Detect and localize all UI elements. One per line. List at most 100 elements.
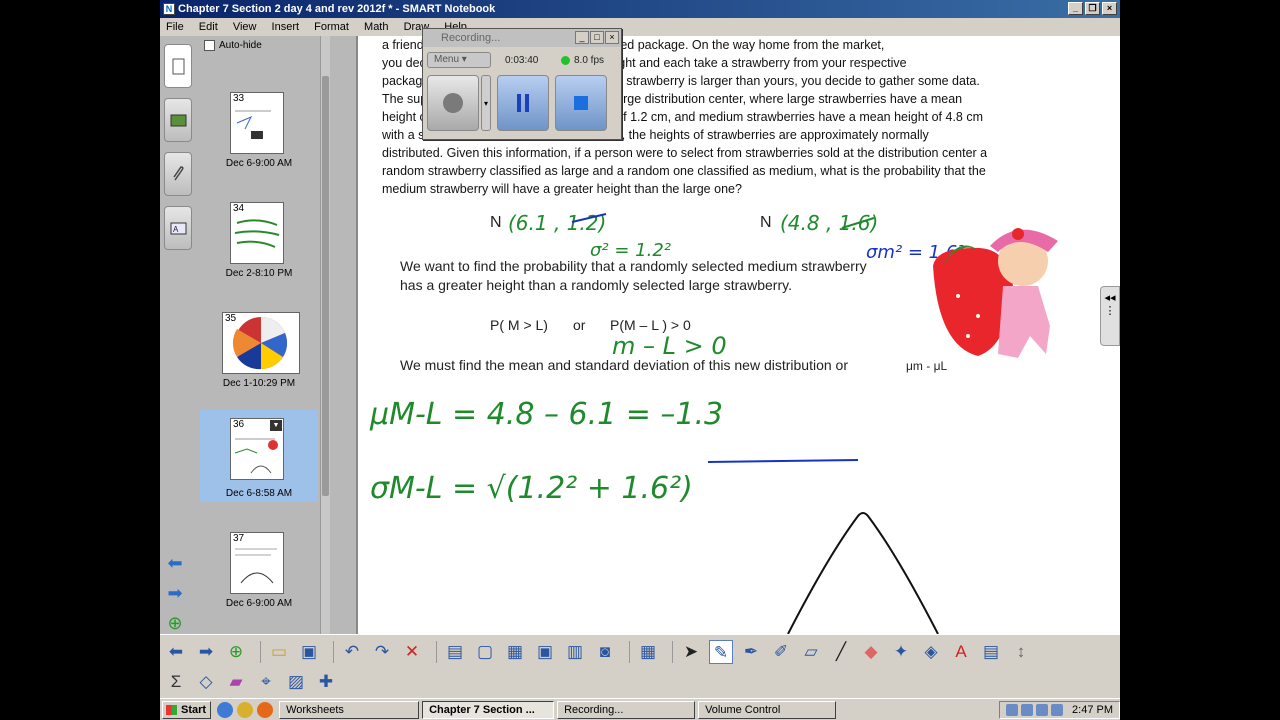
autohide-box[interactable]: [204, 40, 215, 51]
gallery-icon: [170, 114, 187, 127]
thumbnail-caption: Dec 1-10:29 PM: [222, 378, 296, 389]
menu-file[interactable]: File: [160, 18, 190, 36]
ink-difference: m – L > 0: [612, 332, 727, 360]
page-thumbnail-37[interactable]: 37 Dec 6-9:00 AM: [200, 530, 318, 622]
pause-button[interactable]: [497, 75, 549, 131]
next-page-icon[interactable]: ➡: [164, 582, 186, 604]
save-icon[interactable]: ▣: [297, 640, 321, 664]
chart-icon[interactable]: ▨: [284, 670, 308, 694]
record-button[interactable]: [427, 75, 479, 131]
back-icon[interactable]: ⬅: [164, 640, 188, 664]
measurement-icon[interactable]: ⌖: [254, 670, 278, 694]
sorter-scrollbar[interactable]: [320, 36, 330, 634]
screen-shade-icon[interactable]: ▤: [443, 640, 467, 664]
task-volume-control[interactable]: Volume Control: [698, 700, 837, 719]
tray-icon[interactable]: [1036, 703, 1049, 716]
browser-icon[interactable]: [217, 701, 234, 718]
recorder-minimize-button[interactable]: _: [575, 31, 589, 44]
page-sorter-tab[interactable]: [164, 44, 192, 88]
menu-math[interactable]: Math: [358, 18, 394, 36]
gallery-tab[interactable]: [164, 98, 192, 142]
thumbnail-number: 37: [233, 533, 245, 544]
recording-status-icon: [561, 55, 570, 65]
menu-format[interactable]: Format: [308, 18, 355, 36]
properties-icon[interactable]: ▤: [979, 640, 1003, 664]
panel-toggle-handle[interactable]: ◂◂ ⋮: [1100, 286, 1120, 346]
properties-tab[interactable]: A: [164, 206, 192, 250]
page-thumbnail-33[interactable]: 33 Dec 6-9:00 AM: [200, 90, 318, 182]
highlighter-icon[interactable]: ✐: [769, 640, 793, 664]
task-worksheets[interactable]: Worksheets: [279, 700, 420, 719]
display-icon[interactable]: ▣: [533, 640, 557, 664]
thumbnail-caption: Dec 2-8:10 PM: [225, 268, 293, 279]
autohide-checkbox[interactable]: Auto-hide: [204, 40, 262, 51]
tray-icon[interactable]: [1006, 703, 1019, 716]
screen-capture-icon[interactable]: ◙: [593, 640, 617, 664]
line-icon[interactable]: ╱: [829, 640, 853, 664]
add-ons-icon[interactable]: ✚: [314, 670, 338, 694]
attachments-tab[interactable]: [164, 152, 192, 196]
menu-edit[interactable]: Edit: [193, 18, 224, 36]
table-icon[interactable]: ▦: [636, 640, 660, 664]
previous-page-icon[interactable]: ⬅: [164, 552, 186, 574]
ink-mean-calculation: μM-L = 4.8 – 6.1 = –1.3: [369, 397, 723, 432]
select-arrow-icon[interactable]: ➤: [679, 640, 703, 664]
shapes-icon[interactable]: ◆: [859, 640, 883, 664]
tray-icon[interactable]: [1051, 703, 1064, 716]
dual-page-icon[interactable]: ▥: [563, 640, 587, 664]
page-thumbnail-36[interactable]: 36 ▼ Dec 6-8:58 AM: [200, 410, 318, 502]
menu-insert[interactable]: Insert: [266, 18, 306, 36]
fill-icon[interactable]: ◈: [919, 640, 943, 664]
redo-icon[interactable]: ↷: [370, 640, 394, 664]
shape-recognition-icon[interactable]: ◇: [194, 670, 218, 694]
eraser-alt-icon[interactable]: ▰: [224, 670, 248, 694]
menu-bar: File Edit View Insert Format Math Draw H…: [160, 18, 1120, 36]
record-options-dropdown[interactable]: ▾: [481, 75, 491, 131]
recorder-close-button[interactable]: ×: [605, 31, 619, 44]
pause-icon: [517, 94, 529, 112]
firefox-icon[interactable]: [237, 701, 254, 718]
page-thumbnail-35[interactable]: 35 Dec 1-10:29 PM: [200, 310, 318, 402]
minimize-button[interactable]: _: [1068, 2, 1083, 15]
restore-button[interactable]: ❐: [1085, 2, 1100, 15]
recorder-menu-dropdown[interactable]: Menu ▾: [427, 52, 491, 68]
add-page-icon[interactable]: ⊕: [224, 640, 248, 664]
thumbnail-menu-icon[interactable]: ▼: [270, 420, 282, 431]
stop-button[interactable]: [555, 75, 607, 131]
task-smart-notebook[interactable]: Chapter 7 Section ...: [422, 700, 555, 719]
magic-pen-icon[interactable]: ✦: [889, 640, 913, 664]
close-button[interactable]: ×: [1102, 2, 1117, 15]
recorder-maximize-button[interactable]: □: [590, 31, 604, 44]
add-page-icon[interactable]: ⊕: [164, 612, 186, 634]
properties-icon: A: [170, 222, 187, 235]
creative-pen-icon[interactable]: ✒: [739, 640, 763, 664]
forward-icon[interactable]: ➡: [194, 640, 218, 664]
transparent-background-icon[interactable]: ▦: [503, 640, 527, 664]
recorder-elapsed-time: 0:03:40: [505, 54, 539, 66]
thumbnail-number: 33: [233, 93, 245, 104]
media-icon[interactable]: [257, 701, 274, 718]
eraser-icon[interactable]: ▱: [799, 640, 823, 664]
move-toolbar-icon[interactable]: ↕: [1009, 640, 1033, 664]
recorder-menu-label: Menu: [434, 54, 460, 65]
full-screen-icon[interactable]: ▢: [473, 640, 497, 664]
pen-tool-icon[interactable]: ✎: [709, 640, 733, 664]
undo-icon[interactable]: ↶: [340, 640, 364, 664]
page-thumbnail-34[interactable]: 34 Dec 2-8:10 PM: [200, 200, 318, 292]
delete-icon[interactable]: ✕: [400, 640, 424, 664]
clock: 2:47 PM: [1072, 703, 1113, 716]
tray-icon[interactable]: [1021, 703, 1034, 716]
open-file-icon[interactable]: ▭: [267, 640, 291, 664]
math-sum-icon[interactable]: Σ: [164, 670, 188, 694]
start-button[interactable]: Start: [162, 700, 212, 719]
recorder-fps: 8.0 fps: [574, 54, 605, 66]
window-title: Chapter 7 Section 2 day 4 and rev 2012f …: [178, 3, 496, 15]
quick-launch: [217, 701, 274, 718]
menu-view[interactable]: View: [227, 18, 263, 36]
task-recording[interactable]: Recording...: [557, 700, 696, 719]
text-icon[interactable]: A: [949, 640, 973, 664]
system-tray: 2:47 PM: [999, 700, 1120, 719]
thumbnail-image: 36 ▼: [230, 418, 284, 480]
paperclip-icon: [173, 166, 184, 181]
sorter-scroll-thumb[interactable]: [322, 76, 329, 496]
